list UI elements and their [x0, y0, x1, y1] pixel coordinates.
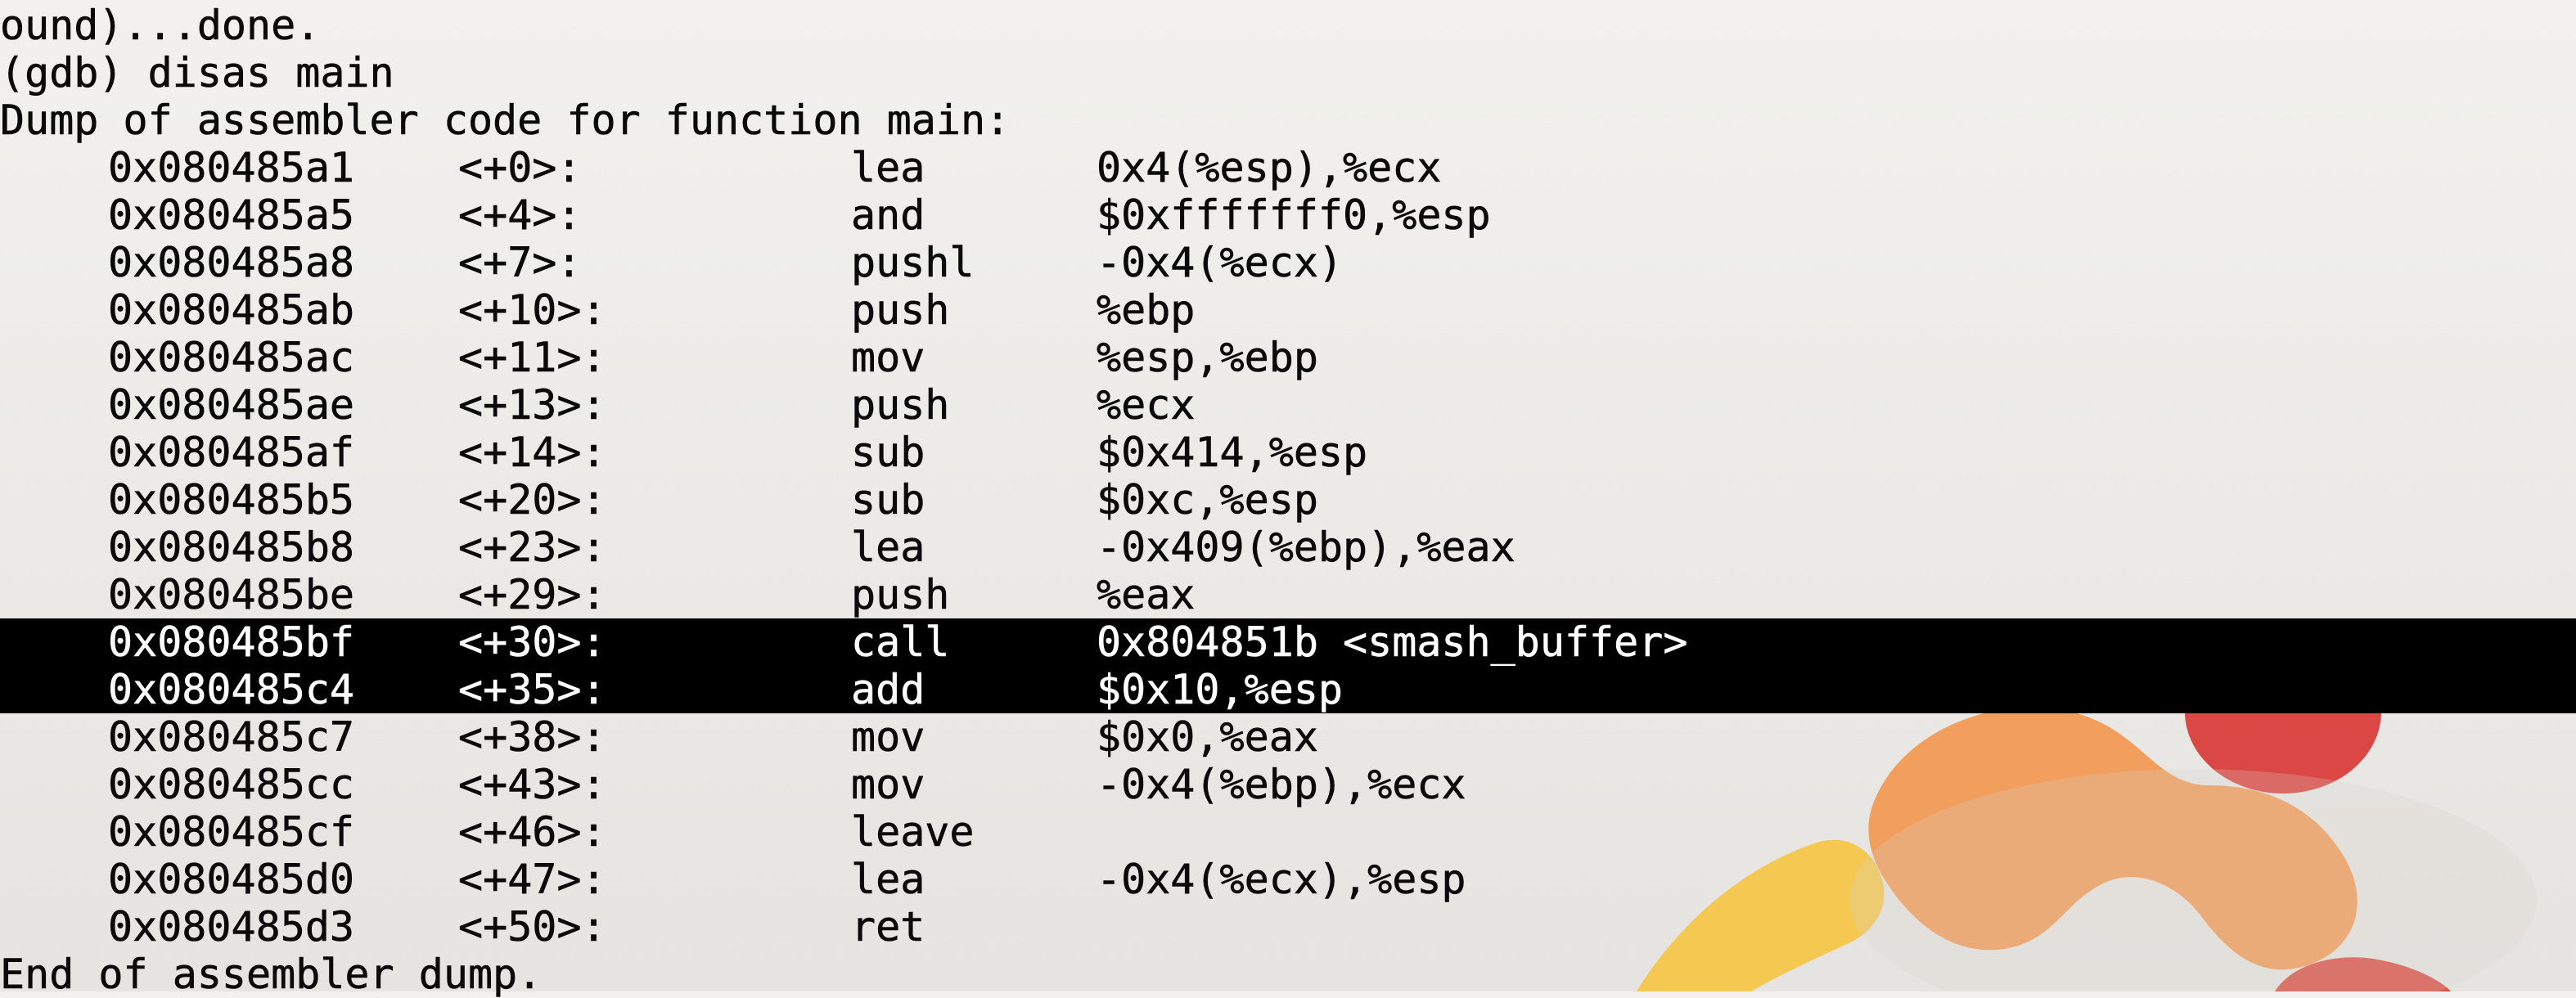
instruction-operands: 0x4(%esp),%ecx — [1097, 144, 1442, 192]
instruction-address: 0x080485af — [108, 429, 355, 477]
instruction-operands: -0x4(%ebp),%ecx — [1097, 761, 1466, 809]
instruction-offset: <+20>: — [458, 476, 606, 524]
instruction-mnemonic: lea — [851, 144, 925, 192]
instruction-operands: 0x804851b <smash_buffer> — [1097, 618, 1688, 667]
instruction-offset: <+43>: — [458, 761, 606, 809]
instruction-operands: $0x414,%esp — [1097, 429, 1368, 477]
instruction-address: 0x080485d3 — [108, 903, 355, 951]
terminal-output-line[interactable]: End of assembler dump. — [0, 951, 2576, 998]
instruction-row[interactable]: 0x080485af <+14>: sub $0x414,%esp — [0, 429, 2576, 477]
instruction-row[interactable]: 0x080485a1 <+0>: lea 0x4(%esp),%ecx — [0, 144, 2576, 192]
instruction-operands: -0x4(%ecx) — [1097, 239, 1344, 287]
instruction-address: 0x080485ac — [108, 334, 355, 382]
instruction-address: 0x080485a5 — [108, 191, 355, 240]
instruction-address: 0x080485be — [108, 571, 355, 619]
instruction-offset: <+11>: — [458, 334, 606, 382]
instruction-mnemonic: sub — [851, 476, 925, 524]
instruction-offset: <+7>: — [458, 239, 582, 287]
instruction-address: 0x080485ab — [108, 286, 355, 335]
instruction-offset: <+50>: — [458, 903, 606, 951]
instruction-mnemonic: ret — [851, 903, 925, 951]
instruction-offset: <+35>: — [458, 666, 606, 714]
instruction-mnemonic: push — [851, 571, 950, 619]
instruction-row[interactable]: 0x080485cf <+46>: leave — [0, 808, 2576, 856]
instruction-address: 0x080485a1 — [108, 144, 355, 192]
instruction-operands: $0xfffffff0,%esp — [1097, 191, 1491, 240]
selected-instruction-row[interactable]: 0x080485c4 <+35>: add $0x10,%esp — [0, 666, 2576, 713]
terminal-output-line[interactable]: ound)...done. — [0, 2, 2576, 50]
instruction-operands: -0x409(%ebp),%eax — [1097, 524, 1515, 572]
instruction-operands: %ebp — [1097, 286, 1196, 335]
instruction-address: 0x080485bf — [108, 618, 355, 667]
instruction-row[interactable]: 0x080485a5 <+4>: and $0xfffffff0,%esp — [0, 191, 2576, 240]
output-text: (gdb) disas main — [0, 49, 394, 97]
instruction-row[interactable]: 0x080485b8 <+23>: lea -0x409(%ebp),%eax — [0, 524, 2576, 572]
instruction-offset: <+30>: — [458, 618, 606, 667]
instruction-operands: %esp,%ebp — [1097, 334, 1319, 382]
instruction-operands: %ecx — [1097, 381, 1196, 429]
instruction-row[interactable]: 0x080485c7 <+38>: mov $0x0,%eax — [0, 713, 2576, 762]
instruction-mnemonic: push — [851, 286, 950, 335]
terminal-output-line[interactable]: Dump of assembler code for function main… — [0, 97, 2576, 145]
selected-instruction-row[interactable]: 0x080485bf <+30>: call 0x804851b <smash_buf… — [0, 618, 2576, 666]
instruction-mnemonic: and — [851, 191, 925, 240]
instruction-offset: <+29>: — [458, 571, 606, 619]
instruction-offset: <+13>: — [458, 381, 606, 429]
terminal-window[interactable]: ound)...done. (gdb) disas main Dump of ass… — [0, 0, 2576, 998]
instruction-row[interactable]: 0x080485d3 <+50>: ret — [0, 903, 2576, 951]
instruction-operands: -0x4(%ecx),%esp — [1097, 856, 1466, 904]
instruction-mnemonic: pushl — [851, 239, 975, 287]
instruction-offset: <+23>: — [458, 524, 606, 572]
instruction-address: 0x080485c7 — [108, 713, 355, 762]
instruction-row[interactable]: 0x080485b5 <+20>: sub $0xc,%esp — [0, 476, 2576, 524]
instruction-row[interactable]: 0x080485be <+29>: push %eax — [0, 571, 2576, 619]
instruction-address: 0x080485d0 — [108, 856, 355, 904]
instruction-address: 0x080485cc — [108, 761, 355, 809]
output-text: End of assembler dump. — [0, 951, 543, 998]
instruction-mnemonic: lea — [851, 856, 925, 904]
instruction-mnemonic: add — [851, 666, 925, 714]
instruction-address: 0x080485cf — [108, 808, 355, 856]
instruction-address: 0x080485b8 — [108, 524, 355, 572]
instruction-offset: <+47>: — [458, 856, 606, 904]
output-text: ound)...done. — [0, 2, 321, 50]
instruction-row[interactable]: 0x080485ab <+10>: push %ebp — [0, 286, 2576, 335]
instruction-mnemonic: mov — [851, 761, 925, 809]
instruction-mnemonic: leave — [851, 808, 975, 856]
terminal-output-line[interactable]: (gdb) disas main — [0, 49, 2576, 97]
instruction-offset: <+14>: — [458, 429, 606, 477]
instruction-row[interactable]: 0x080485ac <+11>: mov %esp,%ebp — [0, 334, 2576, 382]
instruction-address: 0x080485c4 — [108, 666, 355, 714]
instruction-offset: <+0>: — [458, 144, 582, 192]
instruction-operands: %eax — [1097, 571, 1196, 619]
instruction-address: 0x080485b5 — [108, 476, 355, 524]
instruction-offset: <+46>: — [458, 808, 606, 856]
instruction-row[interactable]: 0x080485cc <+43>: mov -0x4(%ebp),%ecx — [0, 761, 2576, 809]
instruction-address: 0x080485a8 — [108, 239, 355, 287]
output-text: Dump of assembler code for function main… — [0, 97, 1011, 145]
instruction-operands: $0x10,%esp — [1097, 666, 1344, 714]
instruction-row[interactable]: 0x080485a8 <+7>: pushl -0x4(%ecx) — [0, 239, 2576, 287]
instruction-offset: <+10>: — [458, 286, 606, 335]
instruction-mnemonic: push — [851, 381, 950, 429]
instruction-operands: $0xc,%esp — [1097, 476, 1319, 524]
instruction-operands: $0x0,%eax — [1097, 713, 1319, 762]
instruction-offset: <+38>: — [458, 713, 606, 762]
instruction-mnemonic: sub — [851, 429, 925, 477]
instruction-address: 0x080485ae — [108, 381, 355, 429]
instruction-mnemonic: call — [851, 618, 950, 667]
instruction-offset: <+4>: — [458, 191, 582, 240]
instruction-mnemonic: mov — [851, 334, 925, 382]
instruction-mnemonic: mov — [851, 713, 925, 762]
instruction-mnemonic: lea — [851, 524, 925, 572]
instruction-row[interactable]: 0x080485ae <+13>: push %ecx — [0, 381, 2576, 429]
instruction-row[interactable]: 0x080485d0 <+47>: lea -0x4(%ecx),%esp — [0, 856, 2576, 904]
